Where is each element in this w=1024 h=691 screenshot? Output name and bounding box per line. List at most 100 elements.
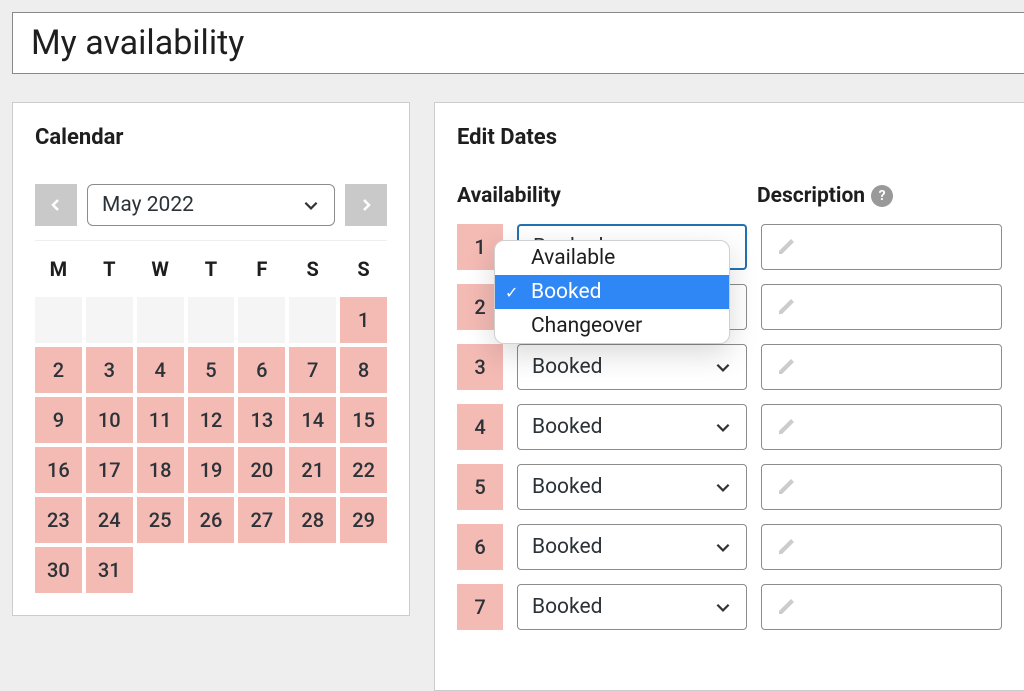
- dropdown-option[interactable]: ✓ Booked: [495, 275, 729, 309]
- calendar-day[interactable]: 9: [35, 397, 82, 443]
- calendar-day[interactable]: 12: [188, 397, 235, 443]
- day-badge: 5: [457, 464, 503, 510]
- title-input[interactable]: [12, 12, 1024, 74]
- calendar-day[interactable]: 23: [35, 497, 82, 543]
- availability-value: Booked: [532, 415, 602, 439]
- chevron-down-icon: [714, 538, 732, 556]
- availability-select[interactable]: Booked: [517, 524, 747, 570]
- calendar-day[interactable]: 31: [86, 547, 133, 593]
- description-input[interactable]: [761, 404, 1002, 450]
- description-input[interactable]: [761, 464, 1002, 510]
- help-icon[interactable]: ?: [871, 185, 893, 207]
- month-select[interactable]: May 2022: [87, 184, 335, 226]
- dropdown-option[interactable]: Changeover: [495, 309, 729, 343]
- pencil-icon: [776, 597, 796, 617]
- calendar-day[interactable]: 21: [289, 447, 336, 493]
- availability-select[interactable]: Booked: [517, 464, 747, 510]
- calendar-day[interactable]: 30: [35, 547, 82, 593]
- description-input[interactable]: [761, 224, 1002, 270]
- calendar-day[interactable]: 11: [137, 397, 184, 443]
- calendar-day-empty: [188, 297, 235, 343]
- calendar-day[interactable]: 4: [137, 347, 184, 393]
- calendar-day[interactable]: 22: [340, 447, 387, 493]
- availability-select[interactable]: Booked: [517, 344, 747, 390]
- description-column-header: Description ?: [757, 184, 893, 208]
- availability-value: Booked: [532, 355, 602, 379]
- day-badge: 7: [457, 584, 503, 630]
- chevron-down-icon: [714, 418, 732, 436]
- edit-dates-title: Edit Dates: [457, 125, 1002, 150]
- availability-value: Booked: [532, 535, 602, 559]
- calendar-day[interactable]: 26: [188, 497, 235, 543]
- description-input[interactable]: [761, 284, 1002, 330]
- pencil-icon: [776, 537, 796, 557]
- calendar-nav: May 2022: [35, 184, 387, 241]
- calendar-day[interactable]: 14: [289, 397, 336, 443]
- dow-header: M: [35, 251, 82, 293]
- calendar-title: Calendar: [35, 125, 387, 150]
- dow-header: F: [238, 251, 285, 293]
- calendar-grid: MTWTFSS123456789101112131415161718192021…: [35, 251, 387, 593]
- calendar-day[interactable]: 5: [188, 347, 235, 393]
- next-month-button[interactable]: [345, 184, 387, 226]
- calendar-day-empty: [289, 297, 336, 343]
- description-input[interactable]: [761, 524, 1002, 570]
- calendar-day[interactable]: 18: [137, 447, 184, 493]
- dow-header: T: [188, 251, 235, 293]
- description-input[interactable]: [761, 584, 1002, 630]
- edit-dates-panel: Edit Dates Availability Description ? 1B…: [434, 102, 1024, 691]
- day-badge: 6: [457, 524, 503, 570]
- chevron-down-icon: [714, 358, 732, 376]
- calendar-day-empty: [86, 297, 133, 343]
- option-label: Available: [531, 246, 615, 270]
- availability-dropdown[interactable]: Available ✓ Booked Changeover: [494, 240, 730, 344]
- calendar-day[interactable]: 2: [35, 347, 82, 393]
- description-label: Description: [757, 184, 865, 208]
- pencil-icon: [776, 297, 796, 317]
- description-input[interactable]: [761, 344, 1002, 390]
- prev-month-button[interactable]: [35, 184, 77, 226]
- calendar-day[interactable]: 10: [86, 397, 133, 443]
- pencil-icon: [776, 477, 796, 497]
- edit-row: 5 Booked: [457, 464, 1002, 510]
- edit-row: 4 Booked: [457, 404, 1002, 450]
- edit-row: 7 Booked: [457, 584, 1002, 630]
- calendar-day[interactable]: 16: [35, 447, 82, 493]
- availability-select[interactable]: Booked: [517, 404, 747, 450]
- edit-row: 6 Booked: [457, 524, 1002, 570]
- dow-header: W: [137, 251, 184, 293]
- calendar-day[interactable]: 25: [137, 497, 184, 543]
- availability-value: Booked: [532, 475, 602, 499]
- pencil-icon: [776, 237, 796, 257]
- option-label: Changeover: [531, 314, 642, 338]
- calendar-day[interactable]: 20: [238, 447, 285, 493]
- chevron-left-icon: [48, 197, 64, 213]
- calendar-day[interactable]: 13: [238, 397, 285, 443]
- calendar-day[interactable]: 28: [289, 497, 336, 543]
- calendar-day[interactable]: 27: [238, 497, 285, 543]
- day-badge: 4: [457, 404, 503, 450]
- availability-value: Booked: [532, 595, 602, 619]
- dow-header: S: [340, 251, 387, 293]
- calendar-day[interactable]: 8: [340, 347, 387, 393]
- pencil-icon: [776, 357, 796, 377]
- calendar-day[interactable]: 7: [289, 347, 336, 393]
- calendar-day[interactable]: 15: [340, 397, 387, 443]
- month-label: May 2022: [102, 193, 194, 217]
- calendar-day[interactable]: 6: [238, 347, 285, 393]
- check-icon: ✓: [505, 283, 518, 302]
- chevron-right-icon: [358, 197, 374, 213]
- calendar-day-empty: [35, 297, 82, 343]
- calendar-day[interactable]: 1: [340, 297, 387, 343]
- calendar-day[interactable]: 24: [86, 497, 133, 543]
- calendar-day[interactable]: 3: [86, 347, 133, 393]
- pencil-icon: [776, 417, 796, 437]
- calendar-day[interactable]: 19: [188, 447, 235, 493]
- dropdown-option[interactable]: Available: [495, 241, 729, 275]
- calendar-day-empty: [238, 297, 285, 343]
- availability-select[interactable]: Booked: [517, 584, 747, 630]
- option-label: Booked: [531, 280, 601, 304]
- calendar-day[interactable]: 29: [340, 497, 387, 543]
- calendar-day[interactable]: 17: [86, 447, 133, 493]
- calendar-day-empty: [137, 297, 184, 343]
